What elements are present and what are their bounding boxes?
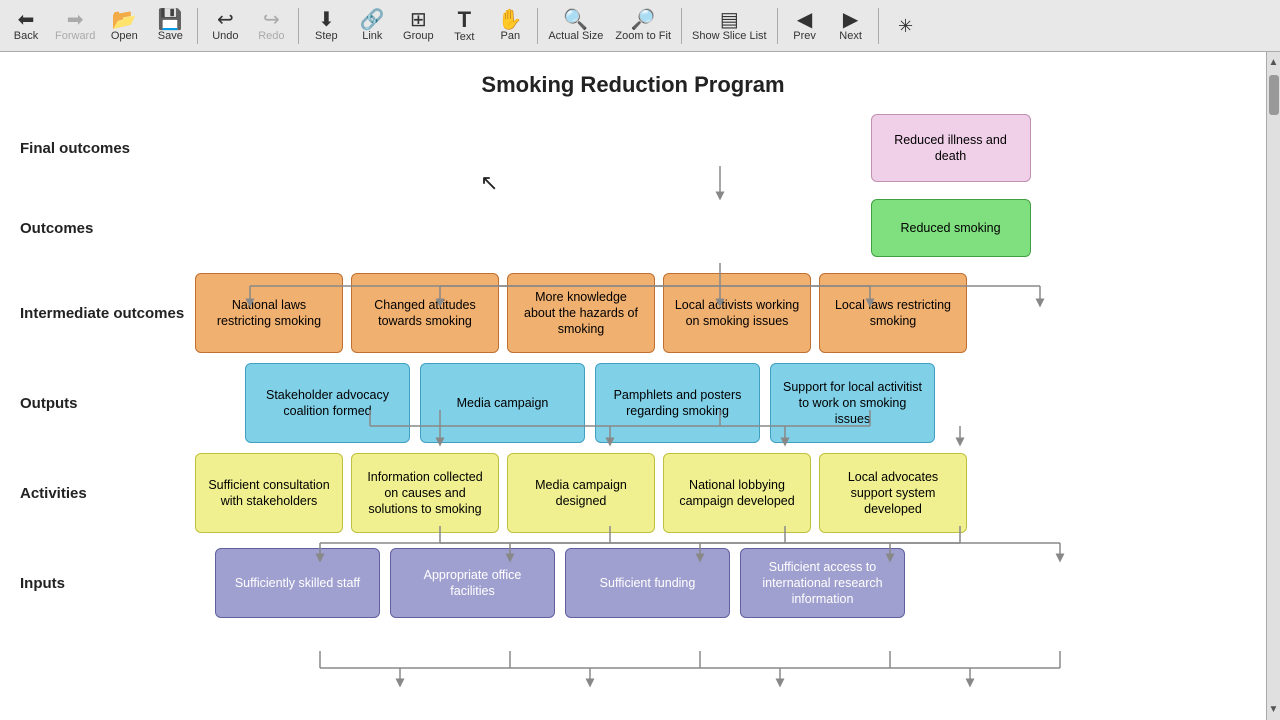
activities-label: Activities <box>20 485 195 502</box>
prev-icon: ◀ <box>797 10 812 30</box>
final-outcomes-content: Reduced illness and death <box>195 114 1246 182</box>
information-box[interactable]: Information collected on causes and solu… <box>351 453 499 533</box>
local-laws-box[interactable]: Local laws restricting smoking <box>819 273 967 353</box>
national-laws-box[interactable]: National laws restricting smoking <box>195 273 343 353</box>
text-button[interactable]: T Text <box>442 3 486 49</box>
consultation-box[interactable]: Sufficient consultation with stakeholder… <box>195 453 343 533</box>
final-outcomes-row: Final outcomes Reduced illness and death <box>20 108 1246 188</box>
intermediate-outcomes-row: Intermediate outcomes National laws rest… <box>20 268 1246 358</box>
main-area: Smoking Reduction Program <box>0 52 1280 720</box>
diagram-canvas[interactable]: Smoking Reduction Program <box>0 52 1266 720</box>
intermediate-outcomes-label: Intermediate outcomes <box>20 305 195 322</box>
group-button[interactable]: ⊞ Group <box>396 3 440 49</box>
skilled-staff-box[interactable]: Sufficiently skilled staff <box>215 548 380 618</box>
final-outcomes-label: Final outcomes <box>20 140 195 157</box>
extra-button[interactable]: ✳ <box>884 3 928 49</box>
zoom-to-fit-button[interactable]: 🔎 Zoom to Fit <box>610 3 676 49</box>
lobbying-box[interactable]: National lobbying campaign developed <box>663 453 811 533</box>
save-icon: 💾 <box>158 10 183 30</box>
inputs-content: Sufficiently skilled staff Appropriate o… <box>195 548 1246 618</box>
toolbar-sep-6 <box>878 8 879 44</box>
support-local-box[interactable]: Support for local activitist to work on … <box>770 363 935 443</box>
vertical-scrollbar[interactable]: ▲ ▼ <box>1266 52 1280 720</box>
link-button[interactable]: 🔗 Link <box>350 3 394 49</box>
outcomes-label: Outcomes <box>20 220 195 237</box>
research-info-box[interactable]: Sufficient access to international resea… <box>740 548 905 618</box>
toolbar: ⬅ Back ➡ Forward 📂 Open 💾 Save ↩ Undo ↪ … <box>0 0 1280 52</box>
scroll-thumb[interactable] <box>1269 75 1279 115</box>
outputs-row: Outputs Stakeholder advocacy coalition f… <box>20 358 1246 448</box>
activities-content: Sufficient consultation with stakeholder… <box>195 453 1246 533</box>
text-icon: T <box>458 9 471 31</box>
toolbar-sep-3 <box>537 8 538 44</box>
toolbar-sep-4 <box>681 8 682 44</box>
outcomes-content: Reduced smoking <box>195 199 1246 257</box>
intermediate-outcomes-content: National laws restricting smoking Change… <box>195 273 1246 353</box>
next-icon: ▶ <box>843 10 858 30</box>
undo-button[interactable]: ↩ Undo <box>203 3 247 49</box>
toolbar-sep-2 <box>298 8 299 44</box>
slice-list-icon: ▤ <box>720 10 739 30</box>
back-icon: ⬅ <box>18 10 35 30</box>
pan-icon: ✋ <box>498 10 523 30</box>
forward-button[interactable]: ➡ Forward <box>50 3 100 49</box>
activities-row: Activities Sufficient consultation with … <box>20 448 1246 538</box>
inputs-row: Inputs Sufficiently skilled staff Approp… <box>20 538 1246 628</box>
office-facilities-box[interactable]: Appropriate office facilities <box>390 548 555 618</box>
actual-size-icon: 🔍 <box>563 10 588 30</box>
changed-attitudes-box[interactable]: Changed attitudes towards smoking <box>351 273 499 353</box>
redo-button[interactable]: ↪ Redo <box>249 3 293 49</box>
next-button[interactable]: ▶ Next <box>829 3 873 49</box>
open-button[interactable]: 📂 Open <box>102 3 146 49</box>
link-icon: 🔗 <box>360 10 385 30</box>
diagram-title: Smoking Reduction Program <box>20 72 1246 98</box>
local-activists-box[interactable]: Local activists working on smoking issue… <box>663 273 811 353</box>
zoom-to-fit-icon: 🔎 <box>631 10 656 30</box>
inputs-label: Inputs <box>20 575 195 592</box>
reduced-smoking-box[interactable]: Reduced smoking <box>871 199 1031 257</box>
pamphlets-box[interactable]: Pamphlets and posters regarding smoking <box>595 363 760 443</box>
pan-button[interactable]: ✋ Pan <box>488 3 532 49</box>
step-button[interactable]: ⬇ Step <box>304 3 348 49</box>
outcomes-row: Outcomes Reduced smoking <box>20 188 1246 268</box>
forward-icon: ➡ <box>67 10 84 30</box>
undo-icon: ↩ <box>217 10 234 30</box>
more-knowledge-box[interactable]: More knowledge about the hazards of smok… <box>507 273 655 353</box>
media-campaign-box[interactable]: Media campaign <box>420 363 585 443</box>
prev-button[interactable]: ◀ Prev <box>783 3 827 49</box>
redo-icon: ↪ <box>263 10 280 30</box>
back-button[interactable]: ⬅ Back <box>4 3 48 49</box>
group-icon: ⊞ <box>410 10 427 30</box>
media-designed-box[interactable]: Media campaign designed <box>507 453 655 533</box>
logic-model: Final outcomes Reduced illness and death… <box>20 108 1246 628</box>
toolbar-sep-1 <box>197 8 198 44</box>
save-button[interactable]: 💾 Save <box>148 3 192 49</box>
actual-size-button[interactable]: 🔍 Actual Size <box>543 3 608 49</box>
stakeholder-box[interactable]: Stakeholder advocacy coalition formed <box>245 363 410 443</box>
step-icon: ⬇ <box>318 10 335 30</box>
open-icon: 📂 <box>112 10 137 30</box>
show-slice-list-button[interactable]: ▤ Show Slice List <box>687 3 772 49</box>
local-advocates-box[interactable]: Local advocates support system developed <box>819 453 967 533</box>
sufficient-funding-box[interactable]: Sufficient funding <box>565 548 730 618</box>
reduced-illness-box[interactable]: Reduced illness and death <box>871 114 1031 182</box>
scroll-down-arrow[interactable]: ▼ <box>1266 701 1280 718</box>
toolbar-sep-5 <box>777 8 778 44</box>
outputs-content: Stakeholder advocacy coalition formed Me… <box>195 363 1246 443</box>
extra-icon: ✳ <box>898 17 913 35</box>
scroll-up-arrow[interactable]: ▲ <box>1266 54 1280 71</box>
outputs-label: Outputs <box>20 395 195 412</box>
